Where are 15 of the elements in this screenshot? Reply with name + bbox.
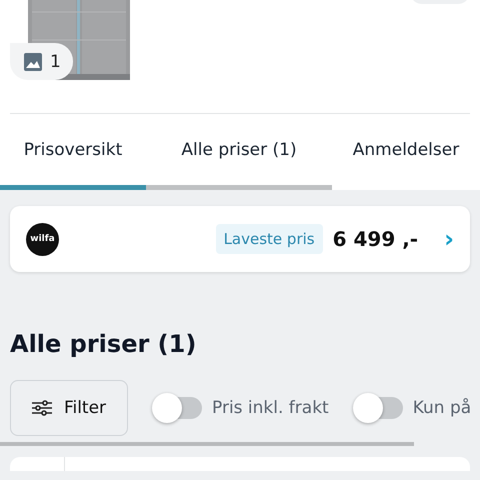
section-heading: Alle priser (1): [10, 330, 198, 358]
image-count: 1: [50, 52, 61, 72]
toggle-label: Pris inkl. frakt: [212, 398, 329, 418]
image-icon: [24, 52, 42, 70]
shop-logo: wilfa: [26, 222, 59, 256]
tab[interactable]: Prisoversikt: [0, 140, 146, 190]
price: 6 499 ,-: [332, 227, 418, 251]
tab[interactable]: Anmeldelser: [332, 140, 480, 190]
tab[interactable]: Alle priser (1): [146, 140, 332, 190]
sliders-icon: [32, 400, 52, 416]
toggle-label: Kun på: [412, 398, 472, 418]
lowest-price-badge: Laveste pris: [216, 224, 323, 254]
image-count-badge[interactable]: 1: [10, 43, 73, 80]
offer-card[interactable]: wilfa Laveste pris 6 499 ,- ›: [10, 206, 470, 272]
filter-button[interactable]: Filter: [10, 380, 128, 436]
